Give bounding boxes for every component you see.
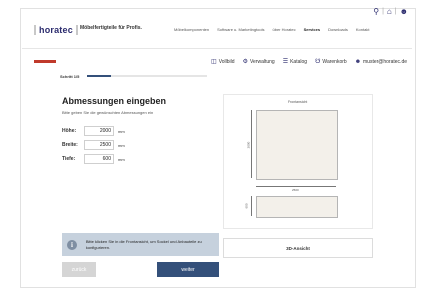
nav-item-kontakt[interactable]: Kontakt [356, 27, 370, 32]
next-button[interactable]: weiter [157, 262, 219, 277]
user-toolbar: ◫ Vollbild ⚙ Verwaltung ☰ Katalog ☋ Ware… [211, 58, 407, 66]
info-box: i Bitte klicken Sie in die Frontansicht,… [62, 233, 219, 256]
back-button[interactable]: zurück [62, 262, 96, 277]
warenkorb-label: Warenkorb [322, 58, 347, 65]
verwaltung-label: Verwaltung [249, 58, 275, 65]
nav-item-downloads[interactable]: Downloads [328, 27, 348, 32]
warenkorb-link[interactable]: ☋ Warenkorb [315, 58, 347, 66]
country-flag [34, 60, 56, 63]
flag-icon [34, 60, 56, 63]
nav-item-software[interactable]: Software u. Marketingtools [217, 27, 264, 32]
home-icon[interactable]: ⌂ [387, 7, 392, 16]
katalog-label: Katalog [290, 58, 308, 65]
width-input[interactable]: 2500 [84, 140, 114, 150]
width-dimension-line [256, 186, 336, 187]
tagline: Möbelfertigteile für Profis. [80, 25, 142, 31]
depth-label: Tiefe: [62, 156, 76, 162]
nav-item-ueber-horatec[interactable]: über Horatec [273, 27, 296, 32]
page-title: Abmessungen eingeben [62, 96, 167, 106]
gear-icon: ⚙ [242, 59, 248, 65]
height-input[interactable]: 2000 [84, 126, 114, 136]
main-nav: Möbelkomponenten Software u. Marketingto… [174, 27, 369, 32]
person-icon: ☻ [354, 58, 362, 65]
step-label: Schritt 1/5 [60, 73, 80, 79]
height-dimension-label: 2000 [246, 141, 251, 149]
nav-item-services[interactable]: Services [304, 27, 320, 32]
user-email: muster@horatec.de [363, 58, 407, 65]
info-icon: i [67, 239, 77, 250]
verwaltung-link[interactable]: ⚙ Verwaltung [242, 58, 275, 66]
cart-icon: ☋ [315, 59, 321, 65]
3d-view-button[interactable]: 3D-Ansicht [223, 238, 373, 258]
step-progress-bar [87, 75, 208, 77]
search-icon[interactable]: ⚲ [373, 7, 379, 16]
page-subtitle: Bitte geben Sie die gewünschten Abmessun… [62, 110, 154, 115]
vollbild-link[interactable]: ◫ Vollbild [211, 58, 235, 66]
user-account-link[interactable]: ☻ muster@horatec.de [355, 59, 407, 65]
step-progress-fill [87, 75, 112, 77]
cabinet-top-view[interactable] [256, 196, 338, 218]
book-icon: ☰ [282, 59, 289, 65]
width-unit: mm [118, 142, 125, 148]
width-label: Breite: [62, 142, 78, 148]
divider: | [382, 8, 384, 15]
fullscreen-icon: ◫ [211, 59, 217, 65]
step-indicator: Schritt 1/5 [60, 72, 240, 80]
height-field: Höhe: 2000 mm [62, 126, 125, 136]
horatec-logo[interactable]: horatec [34, 22, 78, 37]
width-field: Breite: 2500 mm [62, 140, 125, 150]
height-unit: mm [118, 128, 125, 134]
katalog-link[interactable]: ☰ Katalog [282, 58, 308, 66]
top-icons: ⚲ | ⌂ | ☻ [373, 7, 408, 16]
user-icon[interactable]: ☻ [400, 7, 408, 16]
base-dimension-line [251, 196, 252, 216]
depth-input[interactable]: 600 [84, 154, 114, 164]
info-text: Bitte klicken Sie in die Frontansicht, u… [85, 238, 202, 250]
depth-field: Tiefe: 600 mm [62, 154, 125, 164]
divider: | [394, 8, 397, 15]
height-label: Höhe: [62, 128, 77, 134]
nav-item-moebelkomponenten[interactable]: Möbelkomponenten [174, 27, 209, 32]
cabinet-front[interactable] [256, 110, 338, 180]
front-view-label: Frontansicht [288, 100, 308, 104]
height-dimension-line [251, 110, 252, 178]
header-divider [22, 48, 412, 49]
depth-unit: mm [118, 156, 125, 162]
base-dimension-label: 600 [244, 203, 249, 209]
logo-text: horatec [34, 24, 78, 35]
width-dimension-label: 2500 [292, 188, 299, 192]
vollbild-label: Vollbild [218, 58, 235, 65]
